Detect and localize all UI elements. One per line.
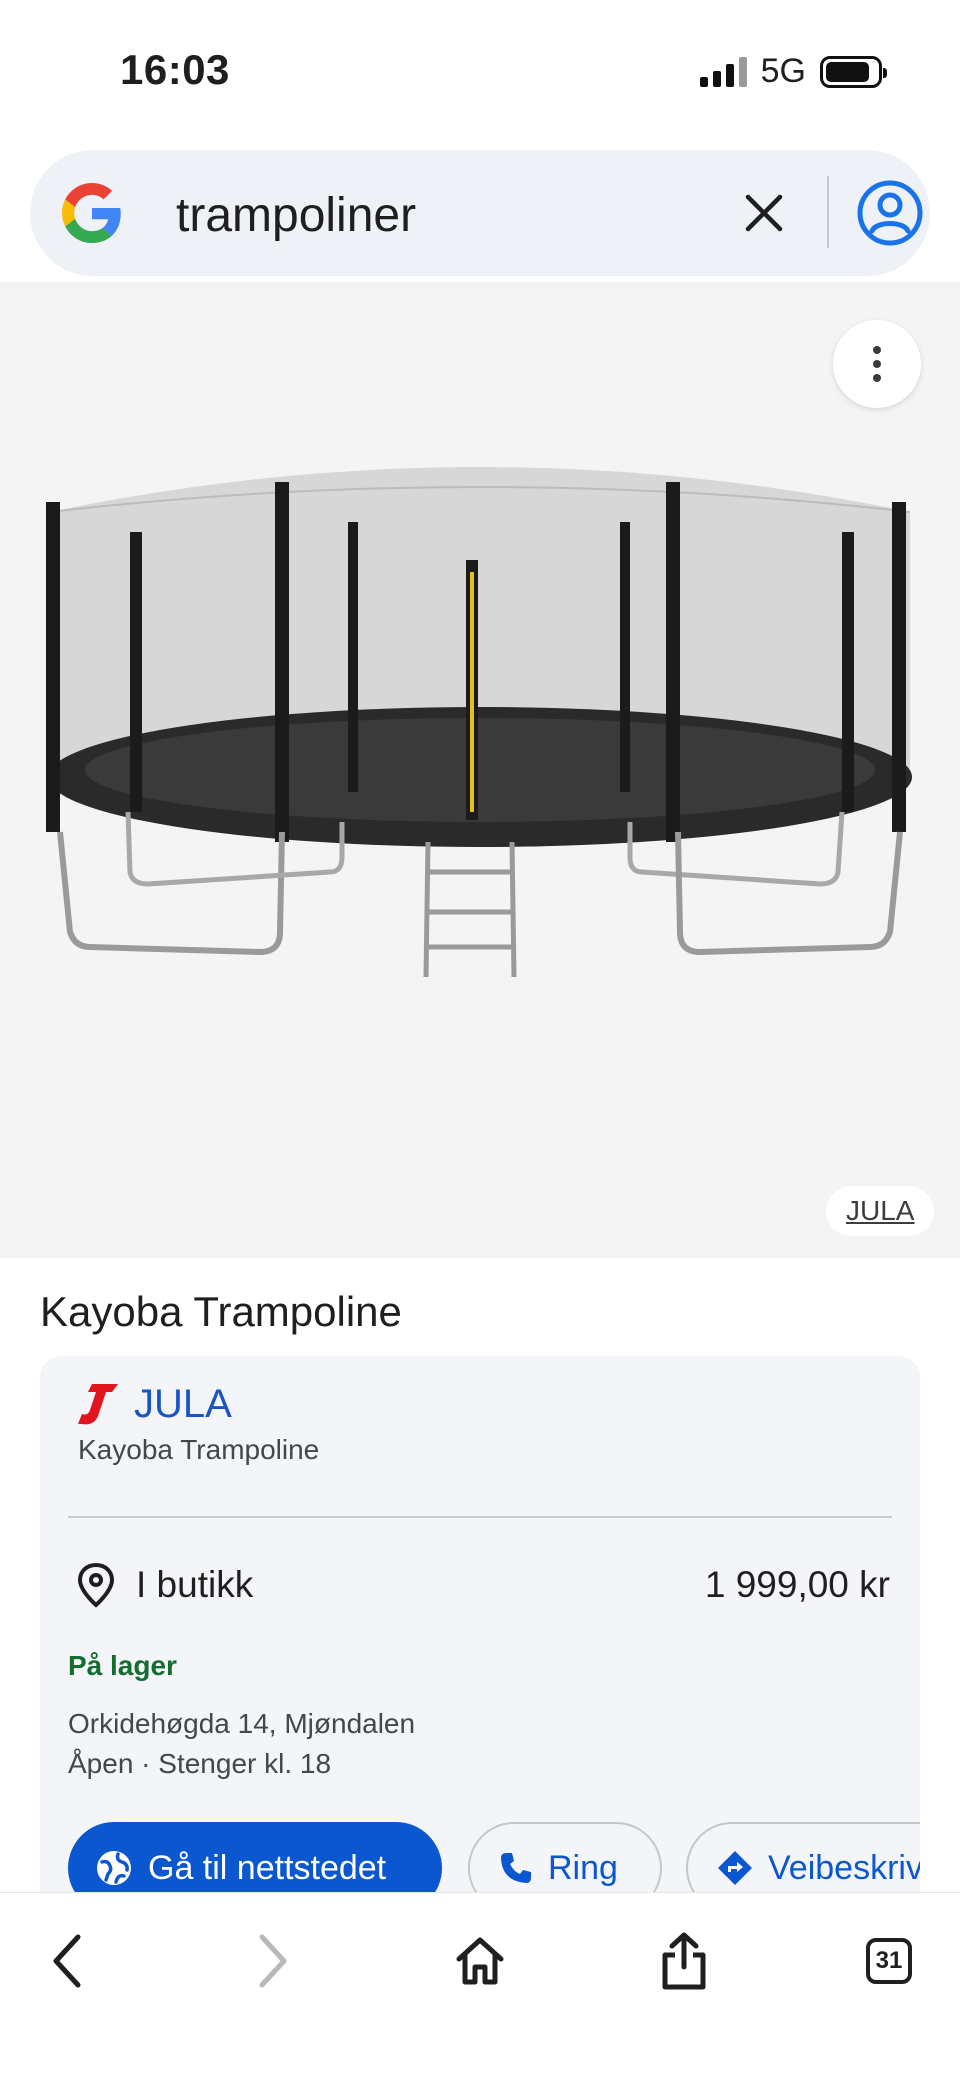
more-vert-icon[interactable] <box>833 320 921 408</box>
search-divider <box>827 176 829 248</box>
forward-button[interactable] <box>236 1925 308 1997</box>
globe-icon <box>97 1851 131 1885</box>
website-button-label: Gå til nettstedet <box>148 1848 387 1887</box>
google-g-icon <box>62 183 121 243</box>
card-divider <box>68 1516 892 1518</box>
availability-label: I butikk <box>136 1564 254 1605</box>
image-source-link[interactable]: JULA <box>826 1186 935 1236</box>
share-button[interactable] <box>648 1925 720 1997</box>
offer-card[interactable]: JULA Kayoba Trampoline I butikk 1 999,00… <box>40 1356 920 1916</box>
trampoline-image <box>46 467 912 978</box>
product-title: Kayoba Trampoline <box>40 1288 402 1335</box>
call-button-label: Ring <box>548 1848 618 1887</box>
status-bar: 16:03 5G <box>0 0 960 140</box>
network-label: 5G <box>760 52 806 90</box>
merchant-name[interactable]: JULA <box>134 1382 232 1427</box>
store-address: Orkidehøgda 14, Mjøndalen <box>68 1708 416 1739</box>
merchant-row[interactable]: JULA <box>76 1380 232 1428</box>
back-button[interactable] <box>32 1925 104 1997</box>
home-button[interactable] <box>444 1925 516 1997</box>
chevron-left-icon <box>53 1934 81 1988</box>
tabs-count: 31 <box>866 1938 912 1984</box>
account-circle-icon[interactable] <box>856 179 924 247</box>
tabs-button[interactable]: 31 <box>853 1925 925 1997</box>
opening-hours: Åpen · Stenger kl. 18 <box>68 1748 332 1779</box>
price: 1 999,00 kr <box>704 1564 890 1605</box>
jula-logo-icon <box>78 1384 118 1425</box>
location-pin-icon <box>77 1562 115 1608</box>
chevron-right-icon <box>259 1934 287 1988</box>
search-bar[interactable]: trampoliner <box>30 150 930 276</box>
merchant-subtitle: Kayoba Trampoline <box>78 1434 320 1465</box>
clear-search-button[interactable] <box>736 185 792 241</box>
battery-icon <box>820 55 887 88</box>
status-indicators: 5G <box>699 52 887 91</box>
phone-icon <box>501 1853 531 1883</box>
signal-icon <box>699 56 747 87</box>
search-query[interactable]: trampoliner <box>176 188 416 243</box>
directions-icon <box>718 1851 752 1885</box>
share-icon <box>662 1932 706 1990</box>
product-image-area[interactable]: JULA <box>0 282 960 1258</box>
battery-level <box>826 61 869 82</box>
status-time: 16:03 <box>120 46 230 93</box>
directions-button-label: Veibeskriv <box>768 1848 920 1887</box>
close-icon <box>745 194 783 232</box>
stock-status: På lager <box>68 1650 177 1681</box>
browser-toolbar: 31 <box>0 1892 960 2081</box>
home-icon <box>456 1937 504 1985</box>
